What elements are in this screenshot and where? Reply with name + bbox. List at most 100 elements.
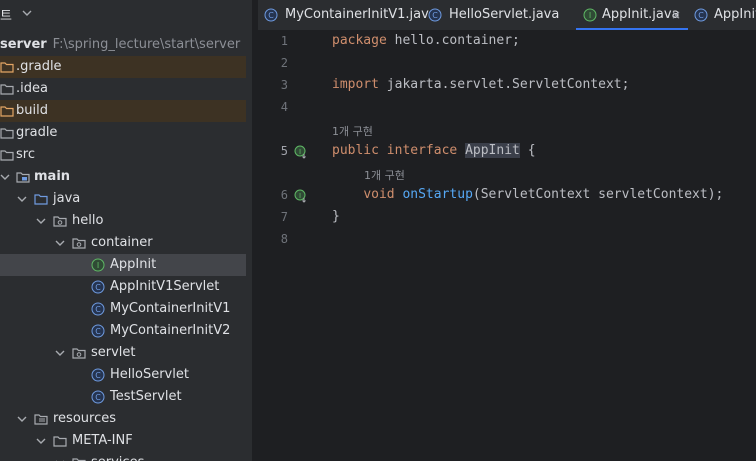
folder-icon [53,436,67,447]
tab-label: HelloServlet.java [449,7,560,22]
tree-item-build[interactable]: build [0,100,246,122]
chevron-down-icon[interactable] [54,457,66,461]
svg-text:I: I [299,192,301,200]
folder-icon [0,62,14,73]
line-number: 6 [280,188,288,202]
line-number: 1 [280,34,288,48]
chevron-down-icon[interactable] [54,237,66,249]
tree-item-label: servlet [91,345,136,360]
tree-item-label: META-INF [72,433,133,448]
tree-item-main[interactable]: main [0,166,246,188]
tree-item-mycontainerinitv2[interactable]: C MyContainerInitV2 [0,320,246,342]
tree-item-label: MyContainerInitV1 [110,301,231,316]
tree-item-label: src [16,147,35,162]
tab-appinitv1servlet[interactable]: C AppInitV1Servlet.java [688,0,756,30]
tree-item-servlet[interactable]: servlet [0,342,246,364]
folder-icon [0,106,14,117]
tree-item-label: MyContainerInitV2 [110,323,231,338]
tree-item-label: TestServlet [110,389,182,404]
folder-icon [0,150,14,161]
svg-text:I: I [97,261,99,270]
project-tree-header[interactable]: 트 [0,0,252,30]
usages-inlay-hint[interactable]: 1개 구현 [332,123,373,139]
tree-item-meta-inf[interactable]: META-INF [0,430,246,452]
class-icon: C [91,368,105,382]
tab-appinit[interactable]: I AppInit.java × [576,0,688,30]
implemented-interface-icon[interactable]: I [294,145,308,159]
tree-item-label: container [91,235,153,250]
code-editor[interactable]: 1 2 3 4 5 6 7 8 I I package hello.contai… [258,31,756,461]
tree-item-src[interactable]: src [0,144,246,166]
tree-item-label: .gradle [16,59,62,74]
class-icon: C [428,8,442,22]
line-number: 4 [280,100,288,114]
chevron-down-icon[interactable] [0,171,11,183]
tree-item-idea[interactable]: .idea [0,78,246,100]
tab-helloservlet[interactable]: C HelloServlet.java [416,0,566,30]
line-number: 2 [280,56,288,70]
package-icon [72,238,86,249]
tree-item-appinitv1servlet[interactable]: C AppInitV1Servlet [0,276,246,298]
tree-item-resources[interactable]: resources [0,408,246,430]
implemented-method-icon[interactable]: I [294,189,308,203]
folder-icon [16,172,30,183]
tree-item-label: java [53,191,81,206]
line-number: 3 [280,78,288,92]
chevron-down-icon[interactable] [16,193,28,205]
code-line-5: public interface AppInit { [332,143,536,158]
project-tree-panel: 트 server F:\spring_lecture\start\server .… [0,0,252,461]
package-icon [53,216,67,227]
tree-item-mycontainerinitv1[interactable]: C MyContainerInitV1 [0,298,246,320]
module-path: F:\spring_lecture\start\server [52,37,241,52]
package-icon [72,348,86,359]
chevron-down-icon[interactable] [35,215,47,227]
usages-inlay-hint[interactable]: 1개 구현 [364,167,405,183]
tree-item-appinit[interactable]: I AppInit [0,254,246,276]
svg-text:C: C [95,371,101,380]
tab-label: AppInit.java [602,7,680,22]
class-icon: C [91,280,105,294]
code-line-6: void onStartup(ServletContext servletCon… [363,187,724,202]
tree-item-gradle-cache[interactable]: .gradle [0,56,246,78]
interface-icon: I [91,258,105,272]
tree-item-label: HelloServlet [110,367,189,382]
chevron-down-icon[interactable] [16,413,28,425]
folder-icon [72,458,86,461]
tab-mycontainerinitv1[interactable]: C MyContainerInitV1.java [258,0,437,30]
class-icon: C [91,390,105,404]
tree-item-server[interactable]: server F:\spring_lecture\start\server [0,34,246,56]
chevron-down-icon[interactable] [35,435,47,447]
tree-item-label: gradle [16,125,58,140]
line-number: 5 [280,144,288,158]
tree-item-java[interactable]: java [0,188,246,210]
folder-icon [0,84,14,95]
class-icon: C [264,8,278,22]
close-icon[interactable]: × [671,8,681,22]
tree-item-container[interactable]: container [0,232,246,254]
code-line-7: } [332,209,340,224]
svg-text:C: C [268,11,274,20]
svg-text:C: C [95,393,101,402]
chevron-down-icon[interactable] [54,347,66,359]
tree-item-label: services [91,455,144,461]
line-number: 8 [280,232,288,246]
tree-item-hello[interactable]: hello [0,210,246,232]
tree-item-gradle[interactable]: gradle [0,122,246,144]
line-number: 7 [280,210,288,224]
tree-item-label: build [16,103,48,118]
folder-icon [0,128,14,139]
tree-item-helloservlet[interactable]: C HelloServlet [0,364,246,386]
class-icon: C [91,302,105,316]
tree-item-label: AppInit [110,257,157,272]
interface-icon: I [583,8,597,22]
class-icon: C [91,324,105,338]
svg-text:C: C [698,11,704,20]
tree-item-services[interactable]: services [0,452,246,461]
chevron-down-icon[interactable] [21,7,33,19]
tree-item-label: hello [72,213,104,228]
svg-text:C: C [432,11,438,20]
tree-item-testservlet[interactable]: C TestServlet [0,386,246,408]
editor-tab-bar: C MyContainerInitV1.java C HelloServlet.… [258,0,756,31]
tab-label: AppInitV1Servlet.java [714,7,756,22]
svg-text:C: C [95,283,101,292]
